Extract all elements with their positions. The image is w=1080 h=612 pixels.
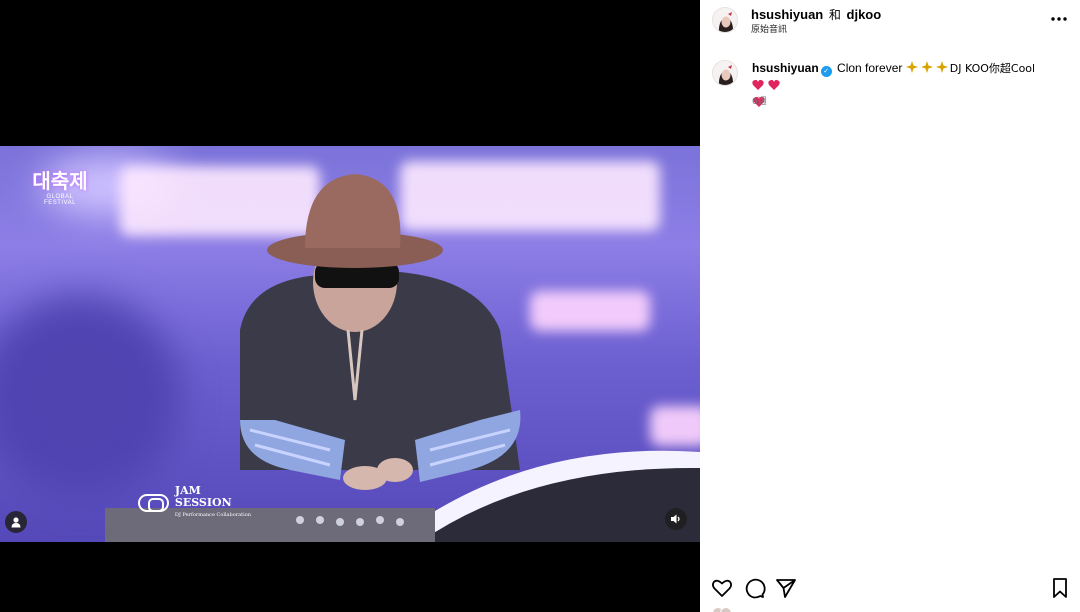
caption-text-2: DJ KOO你超Cool [949, 62, 1036, 75]
heart-outline-icon[interactable] [710, 576, 734, 600]
hand-right [377, 458, 413, 482]
jam-session-mark [138, 494, 169, 512]
jam-session-logo: JAM SESSION DJ Performance Collaboration [138, 485, 258, 518]
comment-icon[interactable] [742, 576, 766, 600]
author-conjunction: 和 [828, 8, 841, 22]
jam-session-title: JAM SESSION [174, 484, 232, 509]
festival-logo: 대축제 GLOBAL FESTIVAL [30, 170, 90, 206]
liker-avatars[interactable] [712, 606, 772, 612]
caption-avatar[interactable] [712, 60, 738, 86]
jam-session-subtitle: DJ Performance Collaboration [174, 512, 251, 518]
more-horizontal-icon[interactable] [1050, 12, 1068, 26]
post-time-ago[interactable]: 6週 [752, 94, 767, 107]
post-actions [700, 574, 1080, 602]
hat-crown [305, 174, 401, 248]
heart-emoji [752, 79, 782, 95]
caption-text-1: Clon forever [837, 61, 903, 75]
post-caption: hsushiyuan ✓ Clon forever DJ KOO你超Cool [752, 61, 1052, 112]
audio-toggle-button[interactable] [665, 508, 687, 530]
festival-subtitle: GLOBAL FESTIVAL [44, 194, 76, 206]
festival-title: 대축제 [32, 169, 88, 193]
letterbox-bottom [0, 542, 700, 612]
author-username-secondary[interactable]: djkoo [847, 7, 882, 22]
speaker-muted-icon [671, 514, 680, 524]
send-icon[interactable] [774, 576, 798, 600]
performer-figure [0, 174, 700, 612]
post-header: hsushiyuan 和 djkoo 原始音訊 [700, 0, 1080, 44]
tagged-users-button[interactable] [5, 511, 27, 533]
avatar-image [713, 61, 737, 85]
user-icon [11, 517, 21, 528]
original-audio-link[interactable]: 原始音訊 [751, 22, 787, 35]
bookmark-icon[interactable] [1048, 576, 1072, 600]
media-pane: 대축제 GLOBAL FESTIVAL JAM SESSION DJ Perfo… [0, 0, 700, 612]
avatar-image [713, 8, 737, 32]
verified-badge-icon: ✓ [820, 66, 832, 77]
avatar[interactable] [712, 7, 738, 33]
author-username-primary[interactable]: hsushiyuan [751, 7, 823, 22]
post-side-panel: hsushiyuan 和 djkoo 原始音訊 hsushiyuan ✓ Clon… [700, 0, 1080, 612]
post-authors: hsushiyuan 和 djkoo [751, 6, 881, 23]
caption-username[interactable]: hsushiyuan [752, 61, 819, 75]
sparkle-emoji [905, 61, 950, 78]
